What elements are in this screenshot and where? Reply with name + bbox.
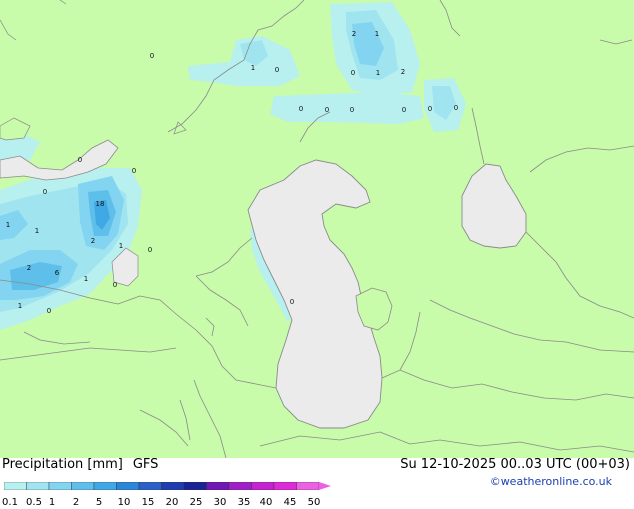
grid-value-label: 0 bbox=[42, 188, 48, 196]
grid-value-label: 1 bbox=[118, 242, 124, 250]
color-scale-tick: 30 bbox=[213, 497, 227, 508]
grid-value-label: 0 bbox=[46, 307, 52, 315]
grid-value-label: 2 bbox=[26, 264, 32, 272]
grid-value-label: 1 bbox=[374, 30, 380, 38]
grid-value-label: 0 bbox=[77, 156, 83, 164]
grid-value-label: 0 bbox=[350, 69, 356, 77]
grid-value-label: 0 bbox=[112, 281, 118, 289]
color-scale-tick: 35 bbox=[237, 497, 251, 508]
color-scale-tick: 20 bbox=[165, 497, 179, 508]
grid-value-label: 0 bbox=[289, 298, 295, 306]
title-model: GFS bbox=[132, 457, 159, 472]
color-scale-tick: 1 bbox=[48, 497, 56, 508]
color-scale-swatch bbox=[93, 481, 117, 491]
grid-value-label: 1 bbox=[17, 302, 23, 310]
precipitation-map: 0 1 0 2 1 0 1 2 0 0 0 0 0 0 0 0 0 18 1 1 2 1 0 2 6 1 0 1 0 0 bbox=[0, 0, 634, 458]
grid-value-label: 0 bbox=[324, 106, 330, 114]
color-scale-tick: 15 bbox=[141, 497, 155, 508]
grid-value-label: 2 bbox=[90, 237, 96, 245]
color-scale-swatch bbox=[26, 481, 50, 491]
grid-value-label: 18 bbox=[95, 200, 105, 208]
grid-value-label: 0 bbox=[453, 104, 459, 112]
color-scale-swatch bbox=[228, 481, 252, 491]
color-scale-swatch bbox=[296, 481, 320, 491]
color-scale-tick: 50 bbox=[307, 497, 321, 508]
color-scale-swatch bbox=[138, 481, 162, 491]
color-scale-swatch bbox=[273, 481, 297, 491]
grid-value-label: 6 bbox=[54, 269, 60, 277]
precipitation-color-scale: 0.1 0.5 1 2 5 10 15 20 25 30 35 40 45 50 bbox=[2, 475, 334, 508]
color-scale-swatch bbox=[206, 481, 230, 491]
map-title: Precipitation [mm] GFS bbox=[2, 458, 158, 472]
color-scale-swatch bbox=[161, 481, 185, 491]
color-scale-labels: 0.1 0.5 1 2 5 10 15 20 25 30 35 40 45 50 bbox=[2, 497, 344, 509]
site-credit[interactable]: ©weatheronline.co.uk bbox=[490, 475, 612, 489]
title-parameter: Precipitation [mm] bbox=[2, 457, 123, 472]
color-scale-tick: 0.5 bbox=[26, 497, 42, 508]
grid-value-label: 2 bbox=[400, 68, 406, 76]
color-scale-tick: 25 bbox=[189, 497, 203, 508]
grid-value-label: 0 bbox=[147, 246, 153, 254]
color-scale-tick: 45 bbox=[283, 497, 297, 508]
color-scale-tick: 40 bbox=[259, 497, 273, 508]
grid-value-label: 1 bbox=[34, 227, 40, 235]
grid-value-label: 1 bbox=[83, 275, 89, 283]
grid-value-label: 0 bbox=[131, 167, 137, 175]
color-scale-arrow bbox=[319, 482, 331, 490]
grid-value-label: 0 bbox=[427, 105, 433, 113]
color-scale-tick: 5 bbox=[95, 497, 103, 508]
grid-value-label: 1 bbox=[375, 69, 381, 77]
color-scale-tick: 2 bbox=[72, 497, 80, 508]
grid-value-label: 0 bbox=[298, 105, 304, 113]
grid-value-label: 0 bbox=[149, 52, 155, 60]
color-scale-swatch bbox=[71, 481, 95, 491]
color-scale-swatch bbox=[3, 481, 27, 491]
color-scale-tick: 10 bbox=[117, 497, 131, 508]
forecast-datetime: Su 12-10-2025 00..03 UTC (00+03) bbox=[400, 457, 630, 472]
grid-value-label: 2 bbox=[351, 30, 357, 38]
color-scale-bar bbox=[3, 481, 331, 491]
grid-value-label: 0 bbox=[349, 106, 355, 114]
map-footer: Precipitation [mm] GFS Su 12-10-2025 00..… bbox=[0, 457, 634, 508]
color-scale-tick: 0.1 bbox=[2, 497, 18, 508]
color-scale-swatch bbox=[48, 481, 72, 491]
map-canvas bbox=[0, 0, 634, 458]
color-scale-swatch bbox=[183, 481, 207, 491]
grid-value-label: 0 bbox=[274, 66, 280, 74]
grid-value-label: 1 bbox=[5, 221, 11, 229]
grid-value-label: 1 bbox=[250, 64, 256, 72]
color-scale-swatch bbox=[251, 481, 275, 491]
grid-value-label: 0 bbox=[401, 106, 407, 114]
color-scale-swatch bbox=[116, 481, 140, 491]
